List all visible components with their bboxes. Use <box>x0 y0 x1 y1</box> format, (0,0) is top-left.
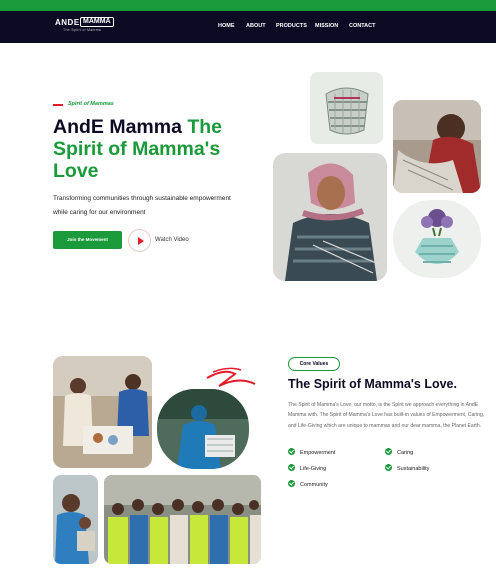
nav-item-home[interactable]: HOME <box>218 23 235 29</box>
feature-empowerment: Empowerment <box>288 448 335 456</box>
mamma-weaving-photo <box>273 153 387 281</box>
play-video-button[interactable] <box>128 229 151 252</box>
hero-title-dark: AndE Mamma <box>53 116 188 138</box>
values-description: The Spirit of Mamma's Love, our motto, i… <box>288 402 485 429</box>
check-icon <box>288 464 295 471</box>
watch-video-label[interactable]: Watch Video <box>155 237 189 243</box>
vase-photo <box>393 200 481 278</box>
hero-title: AndE Mamma The Spirit of Mamma's Love <box>53 116 268 182</box>
nav-item-contact[interactable]: CONTACT <box>349 23 375 29</box>
hero-subtitle: Transforming communities through sustain… <box>53 195 231 216</box>
check-icon <box>288 448 295 455</box>
workshop-photo <box>157 389 249 469</box>
nav-item-mission[interactable]: MISSION <box>315 23 338 29</box>
feature-community: Community <box>288 480 328 488</box>
kicker-line <box>53 104 63 106</box>
logo-tagline: The Spirit of Mamma <box>63 28 102 32</box>
basket-photo <box>310 72 383 144</box>
logo-text-right: MAMMA <box>80 17 114 27</box>
weaving-woman-photo <box>393 100 481 193</box>
check-icon <box>288 480 295 487</box>
nav-item-about[interactable]: ABOUT <box>246 23 266 29</box>
mother-child-photo <box>53 475 98 564</box>
core-values-badge: Core Values <box>288 357 340 371</box>
check-icon <box>385 464 392 471</box>
brand-logo[interactable]: ANDE MAMMA The Spirit of Mamma <box>55 17 114 33</box>
market-photo <box>53 356 152 468</box>
check-icon <box>385 448 392 455</box>
nav-item-products[interactable]: PRODUCTS <box>276 23 307 29</box>
hero-kicker: Spirit of Mammas <box>68 101 114 107</box>
feature-caring: Caring <box>385 448 413 456</box>
group-photo <box>104 475 261 564</box>
join-movement-button[interactable]: Join the Movement <box>53 231 122 249</box>
scribble-decoration <box>206 367 256 387</box>
logo-text-left: ANDE <box>55 18 80 27</box>
top-accent-bar <box>0 0 496 11</box>
feature-life-giving: Life-Giving <box>288 464 326 472</box>
values-title: The Spirit of Mamma's Love. <box>288 377 457 391</box>
feature-sustainability: Sustainability <box>385 464 429 472</box>
